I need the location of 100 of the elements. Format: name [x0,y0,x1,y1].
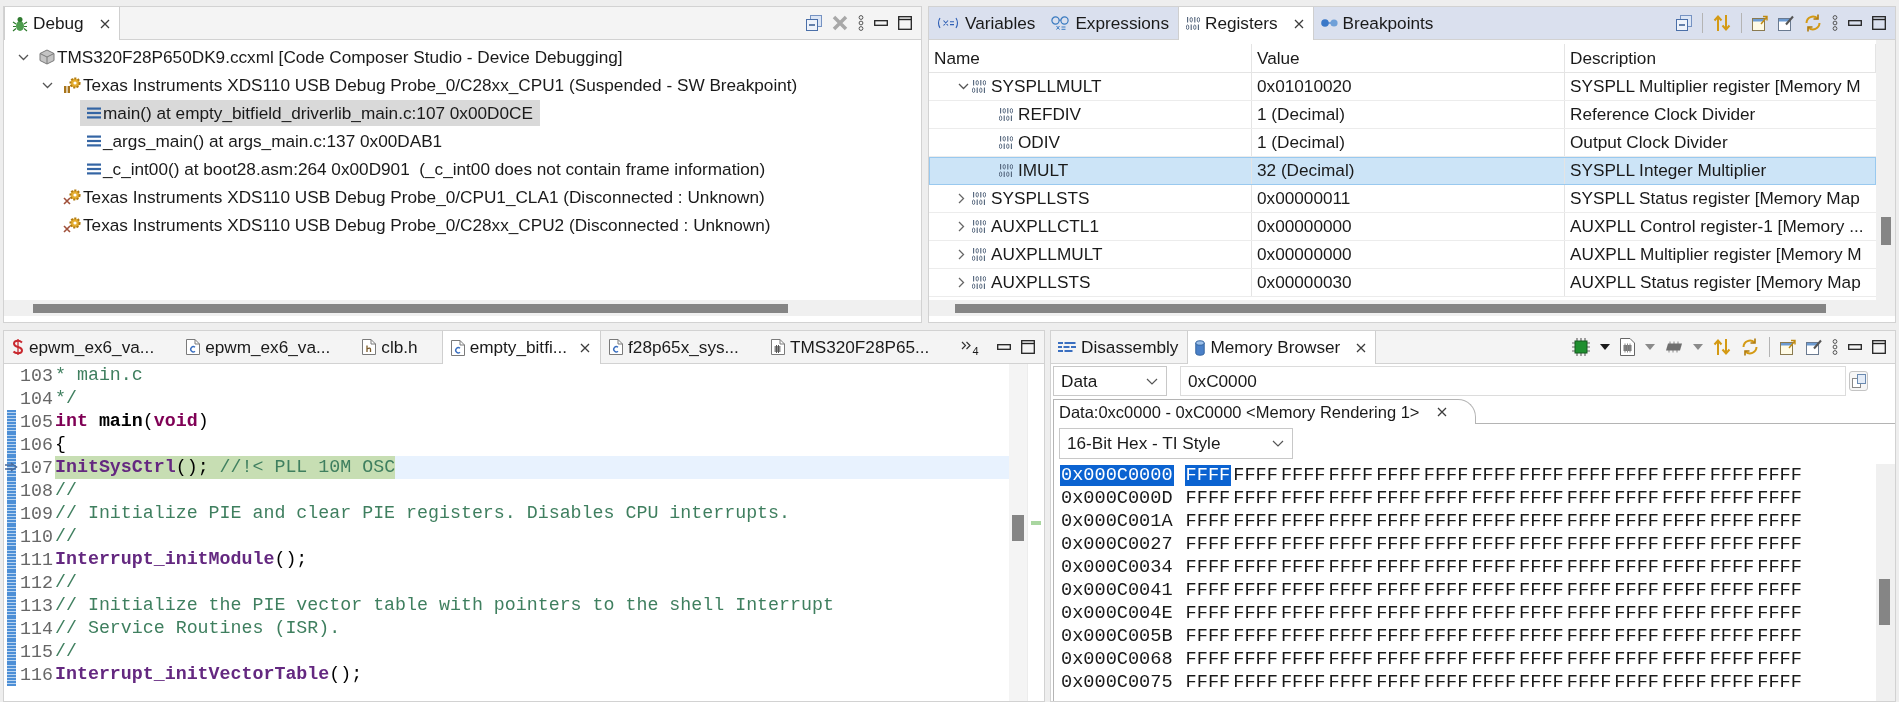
column-header[interactable]: Value [1252,44,1565,72]
memory-cell[interactable]: FFFF [1279,534,1327,555]
memory-cell[interactable]: FFFF [1470,534,1518,555]
editor-tab[interactable]: epwm_ex6_va... [178,331,355,363]
memory-cell[interactable]: FFFF [1708,649,1756,670]
memory-cell[interactable]: FFFF [1613,649,1660,670]
memory-cell[interactable]: FFFF [1327,488,1375,509]
memory-cell[interactable]: FFFF [1375,488,1422,509]
scrollbar-thumb[interactable] [955,303,1826,313]
memory-cell[interactable]: FFFF [1708,511,1756,532]
view-tab[interactable]: Debug [4,7,120,40]
register-row[interactable]: SYSPLLSTS 0x00000011 SYSPLL Status register [Memory Map [929,185,1876,213]
memory-cell[interactable]: FFFF [1279,603,1327,624]
memory-cell[interactable]: FFFF [1613,626,1660,647]
memory-cell[interactable]: FFFF [1661,557,1708,578]
memory-cell[interactable]: FFFF [1422,580,1470,601]
memory-cell[interactable]: FFFF [1375,557,1422,578]
editor-tab[interactable]: empty_bitfi... [441,331,602,364]
memory-cell[interactable]: FFFF [1327,626,1375,647]
memory-cell[interactable]: FFFF [1184,580,1232,601]
memory-cell[interactable]: FFFF [1756,580,1803,601]
memory-cell[interactable]: FFFF [1232,488,1279,509]
memory-cell[interactable]: FFFF [1470,626,1518,647]
memory-cell[interactable]: FFFF [1756,649,1803,670]
chip-icon[interactable] [1572,338,1590,356]
memory-cell[interactable]: FFFF [1661,649,1708,670]
memory-cell[interactable]: FFFF [1470,511,1518,532]
memory-cell[interactable]: FFFF [1661,672,1708,693]
editor-tab[interactable]: epwm_ex6_va... [4,331,179,363]
memory-cell[interactable]: FFFF [1422,649,1470,670]
memory-cell[interactable]: FFFF [1661,534,1708,555]
chevron-down-icon[interactable] [42,81,53,89]
memory-cell[interactable]: FFFF [1375,626,1422,647]
copy-button[interactable] [1849,371,1868,391]
memory-cell[interactable]: FFFF [1375,534,1422,555]
view-tab[interactable]: Breakpoints [1313,7,1443,39]
memory-cell[interactable]: FFFF [1422,603,1470,624]
tree-item[interactable]: TMS320F28P650DK9.ccxml [Code Composer Studio - Device Debugging] [32,44,630,70]
memory-cell[interactable]: FFFF [1232,626,1279,647]
maximize-icon[interactable] [1872,16,1886,30]
memory-cell[interactable]: FFFF [1184,626,1232,647]
menu-icon[interactable] [858,15,864,31]
chevron-down-icon[interactable] [958,83,969,90]
chevron-right-icon[interactable] [958,249,965,260]
close-icon[interactable] [1437,407,1448,417]
memory-cell[interactable]: FFFF [1422,672,1470,693]
tree-item[interactable]: Texas Instruments XDS110 USB Debug Probe_0/CPU1_CLA1 (Disconnected : Unknown) [56,184,772,210]
memory-cell[interactable]: FFFF [1518,626,1565,647]
chevron-right-icon[interactable] [958,277,965,288]
memory-cell[interactable]: FFFF [1375,511,1422,532]
memory-cell[interactable]: FFFF [1422,465,1470,486]
memory-cell[interactable]: FFFF [1518,534,1565,555]
memory-cell[interactable]: FFFF [1327,603,1375,624]
register-row[interactable]: REFDIV 1 (Decimal) Reference Clock Divider [929,101,1876,129]
memory-cell[interactable]: FFFF [1708,465,1756,486]
memory-cell[interactable]: FFFF [1613,488,1660,509]
minimize-icon[interactable] [997,344,1011,350]
memory-cell[interactable]: FFFF [1756,626,1803,647]
memory-cell[interactable]: FFFF [1756,488,1803,509]
close-icon[interactable] [1293,18,1304,29]
memory-cell[interactable]: FFFF [1422,557,1470,578]
memory-cell[interactable]: FFFF [1470,672,1518,693]
rendering-tab[interactable]: Data:0xc0000 - 0xC0000 <Memory Rendering 1> [1053,399,1477,424]
memory-cell[interactable]: FFFF [1422,488,1470,509]
menu-icon[interactable] [1832,15,1838,31]
maximize-icon[interactable] [1872,340,1886,354]
memory-cell[interactable]: FFFF [1661,488,1708,509]
memory-cell[interactable]: FFFF [1565,626,1613,647]
memory-cell[interactable]: FFFF [1661,465,1708,486]
memory-cell[interactable]: FFFF [1613,672,1660,693]
tree-item[interactable]: _c_int00() at boot28.asm:264 0x00D901 (_c_int00 does not contain frame information) [80,156,773,182]
memory-cell[interactable]: FFFF [1327,511,1375,532]
memory-cell[interactable]: FFFF [1232,580,1279,601]
memory-cell[interactable]: FFFF [1613,603,1660,624]
memory-cell[interactable]: FFFF [1184,557,1232,578]
memory-cell[interactable]: FFFF [1327,580,1375,601]
memory-cell[interactable]: FFFF [1756,557,1803,578]
memory-cell[interactable]: FFFF [1470,557,1518,578]
memory-cell[interactable]: FFFF [1518,465,1565,486]
minimize-icon[interactable] [1848,20,1862,26]
more-tabs-button[interactable]: 4 [961,331,979,363]
memory-cell[interactable]: FFFF [1756,511,1803,532]
ruler-marker[interactable] [1031,521,1041,525]
tree-item[interactable]: Texas Instruments XDS110 USB Debug Probe_0/C28xx_CPU1 (Suspended - SW Breakpoint) [56,72,805,98]
memory-cell[interactable]: FFFF [1327,465,1375,486]
memory-cell[interactable]: FFFF [1279,649,1327,670]
close-icon[interactable] [99,18,110,29]
memory-cell[interactable]: FFFF [1279,488,1327,509]
memory-cell[interactable]: FFFF [1708,534,1756,555]
memory-cell[interactable]: FFFF [1184,488,1232,509]
memory-cell[interactable]: FFFF [1232,649,1279,670]
register-row[interactable]: IMULT 32 (Decimal) SYSPLL Integer Multiplier [929,157,1876,185]
memory-cell[interactable]: FFFF [1756,465,1803,486]
memory-cell[interactable]: FFFF [1756,672,1803,693]
memory-cell[interactable]: FFFF [1184,534,1232,555]
view-tab[interactable]: Variables [929,7,1045,39]
memory-cell[interactable]: FFFF [1708,580,1756,601]
view-tab[interactable]: Memory Browser [1187,331,1377,364]
memory-cell[interactable]: FFFF [1518,557,1565,578]
register-row[interactable]: SYSPLLMULT 0x01010020 SYSPLL Multiplier register [Memory M [929,73,1876,101]
